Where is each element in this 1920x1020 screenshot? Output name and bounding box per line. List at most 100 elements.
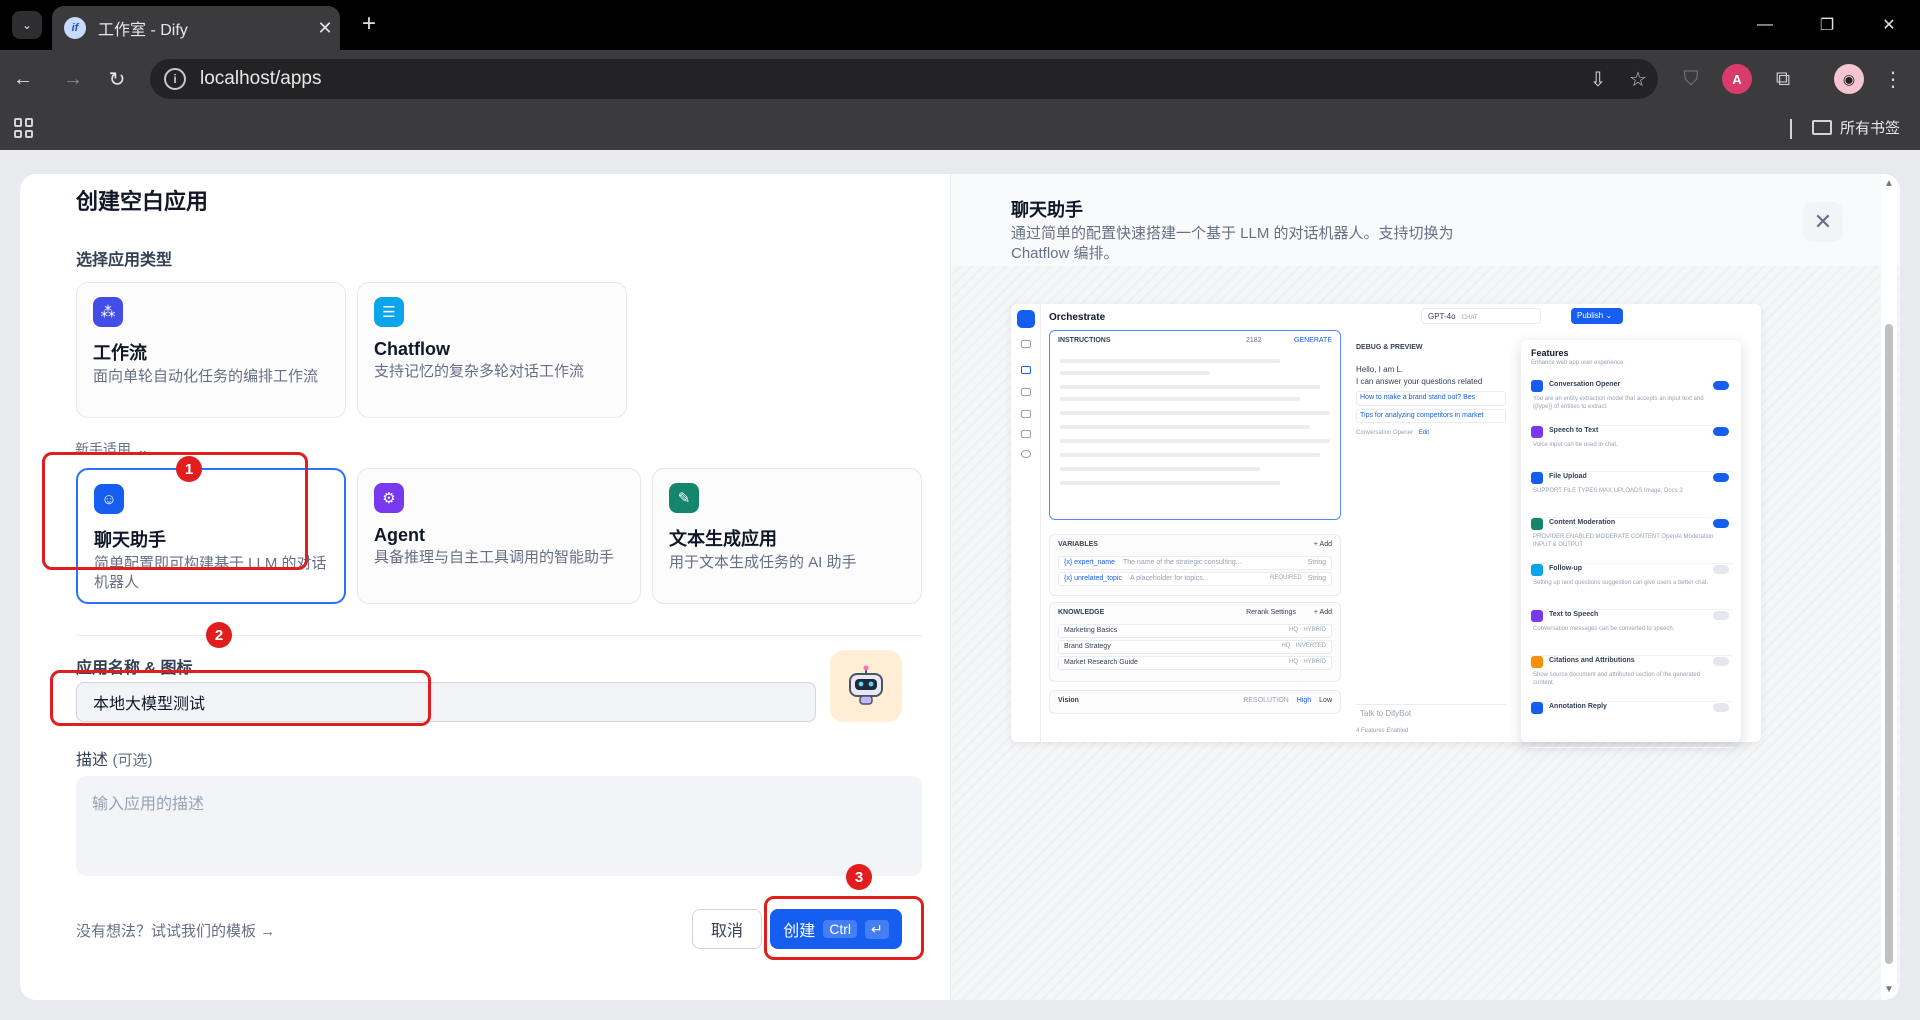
- mini-feature-icon: [1531, 426, 1543, 438]
- mini-feature-icon: [1531, 380, 1543, 392]
- browser-menu-icon[interactable]: ⋮: [1878, 64, 1908, 94]
- mini-chat-question: Tips for analyzing competitors in market: [1356, 408, 1506, 423]
- mini-generate: GENERATE: [1294, 337, 1332, 344]
- desc-label: 描述 (可选): [76, 746, 152, 770]
- info-icon[interactable]: i: [164, 68, 186, 90]
- minimize-icon[interactable]: —: [1734, 0, 1796, 50]
- mini-doc-tag: HQ · HYBRID: [1288, 627, 1326, 633]
- cancel-button[interactable]: 取消: [692, 909, 762, 949]
- bookmark-folder-label: 所有书签: [1840, 120, 1901, 137]
- mini-opener-edit: Edit: [1418, 430, 1430, 436]
- desc-optional: (可选): [112, 752, 153, 769]
- mini-text-line: [1060, 439, 1330, 443]
- mini-resolution: RESOLUTION: [1243, 697, 1289, 704]
- profile-avatar[interactable]: ◉: [1834, 64, 1864, 94]
- desc-label-text: 描述: [76, 752, 109, 769]
- mini-feature-icon: [1531, 702, 1543, 714]
- mini-debug-label: DEBUG & PREVIEW: [1356, 344, 1423, 351]
- type-desc: 具备推理与自主工具调用的智能助手: [374, 549, 615, 566]
- mini-feature-toggle: [1713, 611, 1729, 620]
- extensions-puzzle-icon[interactable]: ⧉: [1768, 64, 1798, 94]
- mini-chat-question: How to make a brand stand out? Bes: [1356, 391, 1506, 406]
- mini-text-line: [1060, 411, 1330, 415]
- type-desc: 用于文本生成任务的 AI 助手: [669, 554, 857, 571]
- robot-icon: [849, 665, 883, 705]
- mini-knowledge: KNOWLEDGE + Add Rerank Settings Marketin…: [1049, 602, 1341, 682]
- template-link[interactable]: 没有想法？试试我们的模板 →: [76, 920, 275, 941]
- type-card-workflow[interactable]: ⁂ 工作流 面向单轮自动化任务的编排工作流: [76, 282, 346, 418]
- bookmarks-bar: 所有书签: [0, 108, 1920, 150]
- mini-variables-title: VARIABLES: [1058, 541, 1098, 548]
- mini-instructions: INSTRUCTIONS 2182 GENERATE: [1049, 330, 1341, 520]
- type-desc: 支持记忆的复杂多轮对话工作流: [374, 363, 585, 380]
- tab-search-button[interactable]: ⌄: [12, 11, 42, 39]
- scrollbar[interactable]: ▲ ▼: [1881, 174, 1897, 1000]
- annotation-box-2: [50, 670, 431, 726]
- close-window-icon[interactable]: ✕: [1858, 0, 1920, 50]
- app-type-label: 选择应用类型: [76, 252, 173, 269]
- mini-nav-icon: [1021, 410, 1031, 418]
- mini-text-line: [1060, 359, 1280, 363]
- annotation-marker-3: 3: [846, 864, 872, 890]
- mini-feature-item: Content Moderation PROVIDER ENABLED MODER…: [1529, 514, 1733, 564]
- close-tab-icon[interactable]: ✕: [310, 18, 340, 39]
- mini-feature-toggle: [1713, 427, 1729, 436]
- star-bookmark-icon[interactable]: ☆: [1618, 67, 1658, 92]
- extension-shield-icon[interactable]: ⛉: [1676, 64, 1706, 94]
- translate-extension-icon[interactable]: A: [1722, 64, 1752, 94]
- mini-chat-line: I can answer your questions related: [1356, 377, 1483, 386]
- scroll-down-icon[interactable]: ▼: [1884, 984, 1894, 995]
- workflow-icon: ⁂: [93, 297, 123, 327]
- mini-feature-desc: Setting up next questions suggestion can…: [1533, 580, 1709, 586]
- scroll-thumb[interactable]: [1885, 324, 1893, 964]
- type-card-text-generation[interactable]: ✎ 文本生成应用 用于文本生成任务的 AI 助手: [652, 468, 922, 604]
- mini-var-desc: A placeholder for topics...: [1129, 575, 1209, 582]
- description-textarea[interactable]: 输入应用的描述: [76, 776, 922, 876]
- mini-feature-toggle: [1713, 519, 1729, 528]
- mini-chat-q1: How to make a brand stand out?: [1360, 394, 1462, 401]
- type-card-agent[interactable]: ⚙ Agent 具备推理与自主工具调用的智能助手: [357, 468, 641, 604]
- apps-grid-icon[interactable]: [14, 118, 34, 138]
- modal-title: 创建空白应用: [76, 189, 209, 214]
- mini-feature-desc: Conversation messages can be converted t…: [1533, 626, 1675, 632]
- install-app-icon[interactable]: ⇩: [1578, 67, 1618, 92]
- preview-pane: 聊天助手 通过简单的配置快速搭建一个基于 LLM 的对话机器人。支持切换为 Ch…: [950, 174, 1900, 1000]
- reload-icon[interactable]: ↻: [102, 64, 132, 94]
- mini-nav-icon: [1021, 430, 1031, 438]
- create-app-modal: 创建空白应用 选择应用类型 ⁂ 工作流 面向单轮自动化任务的编排工作流 ☰ Ch…: [20, 174, 1900, 1000]
- folder-icon: [1812, 120, 1832, 135]
- mini-text-line: [1060, 467, 1260, 471]
- mini-doc-row: Market Research Guide HQ · HYBRID: [1058, 656, 1332, 670]
- type-card-chatflow[interactable]: ☰ Chatflow 支持记忆的复杂多轮对话工作流: [357, 282, 627, 418]
- restore-icon[interactable]: ❐: [1796, 0, 1858, 50]
- page-background: 创建空白应用 选择应用类型 ⁂ 工作流 面向单轮自动化任务的编排工作流 ☰ Ch…: [0, 150, 1920, 1020]
- mini-text-line: [1060, 453, 1320, 457]
- back-arrow-icon[interactable]: ←: [8, 64, 38, 94]
- mini-variables: VARIABLES + Add {x} expert_name The name…: [1049, 534, 1341, 596]
- url-text[interactable]: localhost/apps: [200, 68, 1578, 90]
- close-modal-icon[interactable]: ✕: [1803, 202, 1843, 242]
- mini-doc-tag: HQ · INVERTED: [1281, 643, 1326, 649]
- mini-vision-label: Vision Low High RESOLUTION: [1050, 691, 1340, 710]
- mini-vision-title: Vision: [1058, 697, 1079, 704]
- mini-feature-icon: [1531, 564, 1543, 576]
- mini-doc-name: Marketing Basics: [1064, 627, 1118, 634]
- all-bookmarks-folder[interactable]: 所有书签: [1812, 117, 1900, 138]
- forward-arrow-icon[interactable]: →: [58, 64, 88, 94]
- mini-feature-toggle: [1713, 381, 1729, 390]
- mini-logo-icon: [1017, 310, 1035, 328]
- mini-feature-item: Citations and Attributions Show source do…: [1529, 652, 1733, 702]
- mini-chat-q1-more: Bes: [1463, 394, 1476, 401]
- address-bar[interactable]: i localhost/apps ⇩ ☆: [150, 59, 1658, 99]
- scroll-up-icon[interactable]: ▲: [1884, 178, 1894, 189]
- mini-var-tag: REQUIRED: [1270, 575, 1302, 581]
- mini-vision: Vision Low High RESOLUTION: [1049, 690, 1341, 714]
- mini-high: High: [1296, 697, 1312, 704]
- mini-text-line: [1060, 371, 1210, 375]
- window-controls: — ❐ ✕: [1734, 0, 1920, 50]
- app-icon-picker[interactable]: [830, 650, 902, 722]
- mini-text-line: [1060, 481, 1280, 485]
- new-tab-button[interactable]: +: [354, 11, 384, 39]
- mini-feature-name: Text to Speech: [1549, 611, 1599, 618]
- browser-tab[interactable]: if 工作室 - Dify ✕: [52, 6, 340, 50]
